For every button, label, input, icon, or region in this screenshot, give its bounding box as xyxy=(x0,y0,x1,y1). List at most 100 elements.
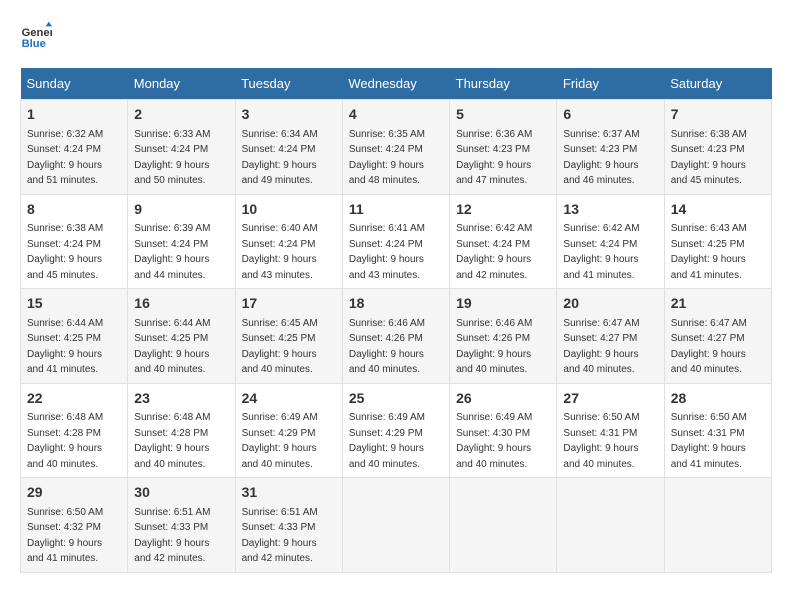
day-number: 2 xyxy=(134,105,228,125)
calendar-cell: 4Sunrise: 6:35 AMSunset: 4:24 PMDaylight… xyxy=(342,100,449,195)
calendar-cell: 5 Sunrise: 6:36 AMSunset: 4:23 PMDaylight… xyxy=(450,100,557,195)
cell-info: Sunrise: 6:48 AMSunset: 4:28 PMDaylight:… xyxy=(27,412,103,470)
day-number: 23 xyxy=(134,389,228,409)
calendar-cell: 21 Sunrise: 6:47 AMSunset: 4:27 PMDayligh… xyxy=(664,289,771,384)
calendar-cell: 30Sunrise: 6:51 AMSunset: 4:33 PMDayligh… xyxy=(128,478,235,573)
calendar-cell: 14Sunrise: 6:43 AMSunset: 4:25 PMDayligh… xyxy=(664,194,771,289)
calendar-week-4: 22 Sunrise: 6:48 AMSunset: 4:28 PMDayligh… xyxy=(21,383,772,478)
day-number: 1 xyxy=(27,105,121,125)
day-number: 12 xyxy=(456,200,550,220)
cell-info: Sunrise: 6:42 AMSunset: 4:24 PMDaylight:… xyxy=(563,223,639,281)
calendar-cell: 7 Sunrise: 6:38 AMSunset: 4:23 PMDaylight… xyxy=(664,100,771,195)
cell-info: Sunrise: 6:44 AMSunset: 4:25 PMDaylight:… xyxy=(134,318,210,376)
logo: General Blue xyxy=(20,20,56,52)
cell-info: Sunrise: 6:47 AMSunset: 4:27 PMDaylight:… xyxy=(563,318,639,376)
calendar-cell: 19 Sunrise: 6:46 AMSunset: 4:26 PMDayligh… xyxy=(450,289,557,384)
day-number: 15 xyxy=(27,294,121,314)
col-tuesday: Tuesday xyxy=(235,68,342,100)
day-number: 13 xyxy=(563,200,657,220)
cell-info: Sunrise: 6:47 AMSunset: 4:27 PMDaylight:… xyxy=(671,318,747,376)
calendar-cell: 6 Sunrise: 6:37 AMSunset: 4:23 PMDaylight… xyxy=(557,100,664,195)
svg-text:General: General xyxy=(22,27,52,39)
cell-info: Sunrise: 6:44 AMSunset: 4:25 PMDaylight:… xyxy=(27,318,103,376)
cell-info: Sunrise: 6:51 AMSunset: 4:33 PMDaylight:… xyxy=(242,507,318,565)
cell-info: Sunrise: 6:49 AMSunset: 4:29 PMDaylight:… xyxy=(242,412,318,470)
calendar-cell: 24 Sunrise: 6:49 AMSunset: 4:29 PMDayligh… xyxy=(235,383,342,478)
calendar-cell xyxy=(664,478,771,573)
day-number: 10 xyxy=(242,200,336,220)
cell-info: Sunrise: 6:37 AMSunset: 4:23 PMDaylight:… xyxy=(563,129,639,187)
calendar-cell: 23 Sunrise: 6:48 AMSunset: 4:28 PMDayligh… xyxy=(128,383,235,478)
calendar-cell: 29 Sunrise: 6:50 AMSunset: 4:32 PMDayligh… xyxy=(21,478,128,573)
day-number: 8 xyxy=(27,200,121,220)
calendar-cell: 16 Sunrise: 6:44 AMSunset: 4:25 PMDayligh… xyxy=(128,289,235,384)
cell-info: Sunrise: 6:51 AMSunset: 4:33 PMDaylight:… xyxy=(134,507,210,565)
calendar-cell: 27 Sunrise: 6:50 AMSunset: 4:31 PMDayligh… xyxy=(557,383,664,478)
calendar-cell: 1Sunrise: 6:32 AMSunset: 4:24 PMDaylight… xyxy=(21,100,128,195)
day-number: 25 xyxy=(349,389,443,409)
calendar-week-3: 15 Sunrise: 6:44 AMSunset: 4:25 PMDayligh… xyxy=(21,289,772,384)
cell-info: Sunrise: 6:50 AMSunset: 4:32 PMDaylight:… xyxy=(27,507,103,565)
cell-info: Sunrise: 6:36 AMSunset: 4:23 PMDaylight:… xyxy=(456,129,532,187)
day-number: 16 xyxy=(134,294,228,314)
cell-info: Sunrise: 6:39 AMSunset: 4:24 PMDaylight:… xyxy=(134,223,210,281)
header-row: Sunday Monday Tuesday Wednesday Thursday… xyxy=(21,68,772,100)
calendar-cell xyxy=(342,478,449,573)
day-number: 11 xyxy=(349,200,443,220)
cell-info: Sunrise: 6:49 AMSunset: 4:30 PMDaylight:… xyxy=(456,412,532,470)
calendar-cell: 8 Sunrise: 6:38 AMSunset: 4:24 PMDaylight… xyxy=(21,194,128,289)
calendar-cell: 26Sunrise: 6:49 AMSunset: 4:30 PMDayligh… xyxy=(450,383,557,478)
day-number: 17 xyxy=(242,294,336,314)
day-number: 31 xyxy=(242,483,336,503)
cell-info: Sunrise: 6:38 AMSunset: 4:24 PMDaylight:… xyxy=(27,223,103,281)
calendar-cell: 10 Sunrise: 6:40 AMSunset: 4:24 PMDayligh… xyxy=(235,194,342,289)
cell-info: Sunrise: 6:33 AMSunset: 4:24 PMDaylight:… xyxy=(134,129,210,187)
day-number: 6 xyxy=(563,105,657,125)
day-number: 7 xyxy=(671,105,765,125)
cell-info: Sunrise: 6:50 AMSunset: 4:31 PMDaylight:… xyxy=(563,412,639,470)
page-header: General Blue xyxy=(20,20,772,52)
calendar-cell: 12 Sunrise: 6:42 AMSunset: 4:24 PMDayligh… xyxy=(450,194,557,289)
day-number: 18 xyxy=(349,294,443,314)
calendar-cell: 9Sunrise: 6:39 AMSunset: 4:24 PMDaylight… xyxy=(128,194,235,289)
calendar-cell: 13 Sunrise: 6:42 AMSunset: 4:24 PMDayligh… xyxy=(557,194,664,289)
day-number: 21 xyxy=(671,294,765,314)
calendar-cell: 15 Sunrise: 6:44 AMSunset: 4:25 PMDayligh… xyxy=(21,289,128,384)
col-sunday: Sunday xyxy=(21,68,128,100)
logo-icon: General Blue xyxy=(20,20,52,52)
calendar-cell: 17 Sunrise: 6:45 AMSunset: 4:25 PMDayligh… xyxy=(235,289,342,384)
cell-info: Sunrise: 6:43 AMSunset: 4:25 PMDaylight:… xyxy=(671,223,747,281)
day-number: 22 xyxy=(27,389,121,409)
day-number: 5 xyxy=(456,105,550,125)
day-number: 19 xyxy=(456,294,550,314)
day-number: 24 xyxy=(242,389,336,409)
col-monday: Monday xyxy=(128,68,235,100)
calendar-week-5: 29 Sunrise: 6:50 AMSunset: 4:32 PMDayligh… xyxy=(21,478,772,573)
col-saturday: Saturday xyxy=(664,68,771,100)
svg-text:Blue: Blue xyxy=(22,38,46,50)
calendar-cell: 31 Sunrise: 6:51 AMSunset: 4:33 PMDayligh… xyxy=(235,478,342,573)
col-thursday: Thursday xyxy=(450,68,557,100)
cell-info: Sunrise: 6:49 AMSunset: 4:29 PMDaylight:… xyxy=(349,412,425,470)
col-friday: Friday xyxy=(557,68,664,100)
cell-info: Sunrise: 6:38 AMSunset: 4:23 PMDaylight:… xyxy=(671,129,747,187)
calendar-cell xyxy=(557,478,664,573)
cell-info: Sunrise: 6:48 AMSunset: 4:28 PMDaylight:… xyxy=(134,412,210,470)
day-number: 28 xyxy=(671,389,765,409)
cell-info: Sunrise: 6:41 AMSunset: 4:24 PMDaylight:… xyxy=(349,223,425,281)
calendar-cell: 2 Sunrise: 6:33 AMSunset: 4:24 PMDaylight… xyxy=(128,100,235,195)
calendar-cell: 25 Sunrise: 6:49 AMSunset: 4:29 PMDayligh… xyxy=(342,383,449,478)
cell-info: Sunrise: 6:45 AMSunset: 4:25 PMDaylight:… xyxy=(242,318,318,376)
calendar-cell: 22 Sunrise: 6:48 AMSunset: 4:28 PMDayligh… xyxy=(21,383,128,478)
day-number: 4 xyxy=(349,105,443,125)
cell-info: Sunrise: 6:46 AMSunset: 4:26 PMDaylight:… xyxy=(349,318,425,376)
calendar-cell: 3Sunrise: 6:34 AMSunset: 4:24 PMDaylight… xyxy=(235,100,342,195)
col-wednesday: Wednesday xyxy=(342,68,449,100)
day-number: 27 xyxy=(563,389,657,409)
day-number: 29 xyxy=(27,483,121,503)
cell-info: Sunrise: 6:42 AMSunset: 4:24 PMDaylight:… xyxy=(456,223,532,281)
cell-info: Sunrise: 6:40 AMSunset: 4:24 PMDaylight:… xyxy=(242,223,318,281)
calendar-week-1: 1Sunrise: 6:32 AMSunset: 4:24 PMDaylight… xyxy=(21,100,772,195)
calendar-cell: 18 Sunrise: 6:46 AMSunset: 4:26 PMDayligh… xyxy=(342,289,449,384)
cell-info: Sunrise: 6:46 AMSunset: 4:26 PMDaylight:… xyxy=(456,318,532,376)
